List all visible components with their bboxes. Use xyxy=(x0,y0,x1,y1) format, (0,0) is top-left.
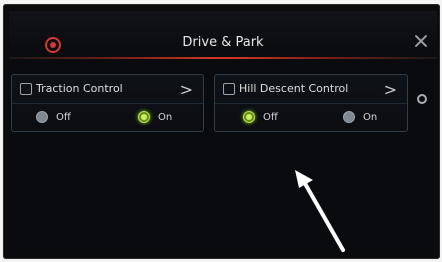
page-title: Drive & Park xyxy=(182,35,264,50)
hill-descent-header[interactable]: Hill Descent Control > xyxy=(215,75,407,104)
radio-button[interactable] xyxy=(343,111,355,123)
radio-button-selected[interactable] xyxy=(243,111,255,123)
chevron-right-icon[interactable]: > xyxy=(180,80,193,99)
traction-option-off[interactable]: Off xyxy=(36,110,71,124)
radio-button-selected[interactable] xyxy=(138,111,150,123)
hill-option-on[interactable]: On xyxy=(343,110,377,124)
hill-descent-icon xyxy=(223,83,235,95)
hill-option-off[interactable]: Off xyxy=(243,110,278,124)
chevron-right-icon[interactable]: > xyxy=(384,80,397,99)
option-label: Off xyxy=(56,111,71,123)
card-title: Hill Descent Control xyxy=(239,82,349,95)
header-bar: Drive & Park xyxy=(9,11,437,57)
header-divider xyxy=(9,57,437,59)
hill-descent-card: Hill Descent Control > Off On xyxy=(214,74,408,132)
traction-control-card: Traction Control > Off On xyxy=(11,74,204,132)
card-title: Traction Control xyxy=(36,82,123,95)
radio-button[interactable] xyxy=(36,111,48,123)
callout-arrow xyxy=(295,170,345,252)
page-indicator-dot[interactable] xyxy=(417,94,427,104)
traction-control-header[interactable]: Traction Control > xyxy=(12,75,203,104)
traction-option-on[interactable]: On xyxy=(138,110,172,124)
drive-park-screen: Drive & Park Traction Control > Off On H… xyxy=(9,11,437,253)
close-icon[interactable] xyxy=(413,33,429,49)
option-label: On xyxy=(158,111,173,123)
option-label: Off xyxy=(263,111,278,123)
traction-control-icon xyxy=(20,83,32,95)
option-label: On xyxy=(363,111,378,123)
